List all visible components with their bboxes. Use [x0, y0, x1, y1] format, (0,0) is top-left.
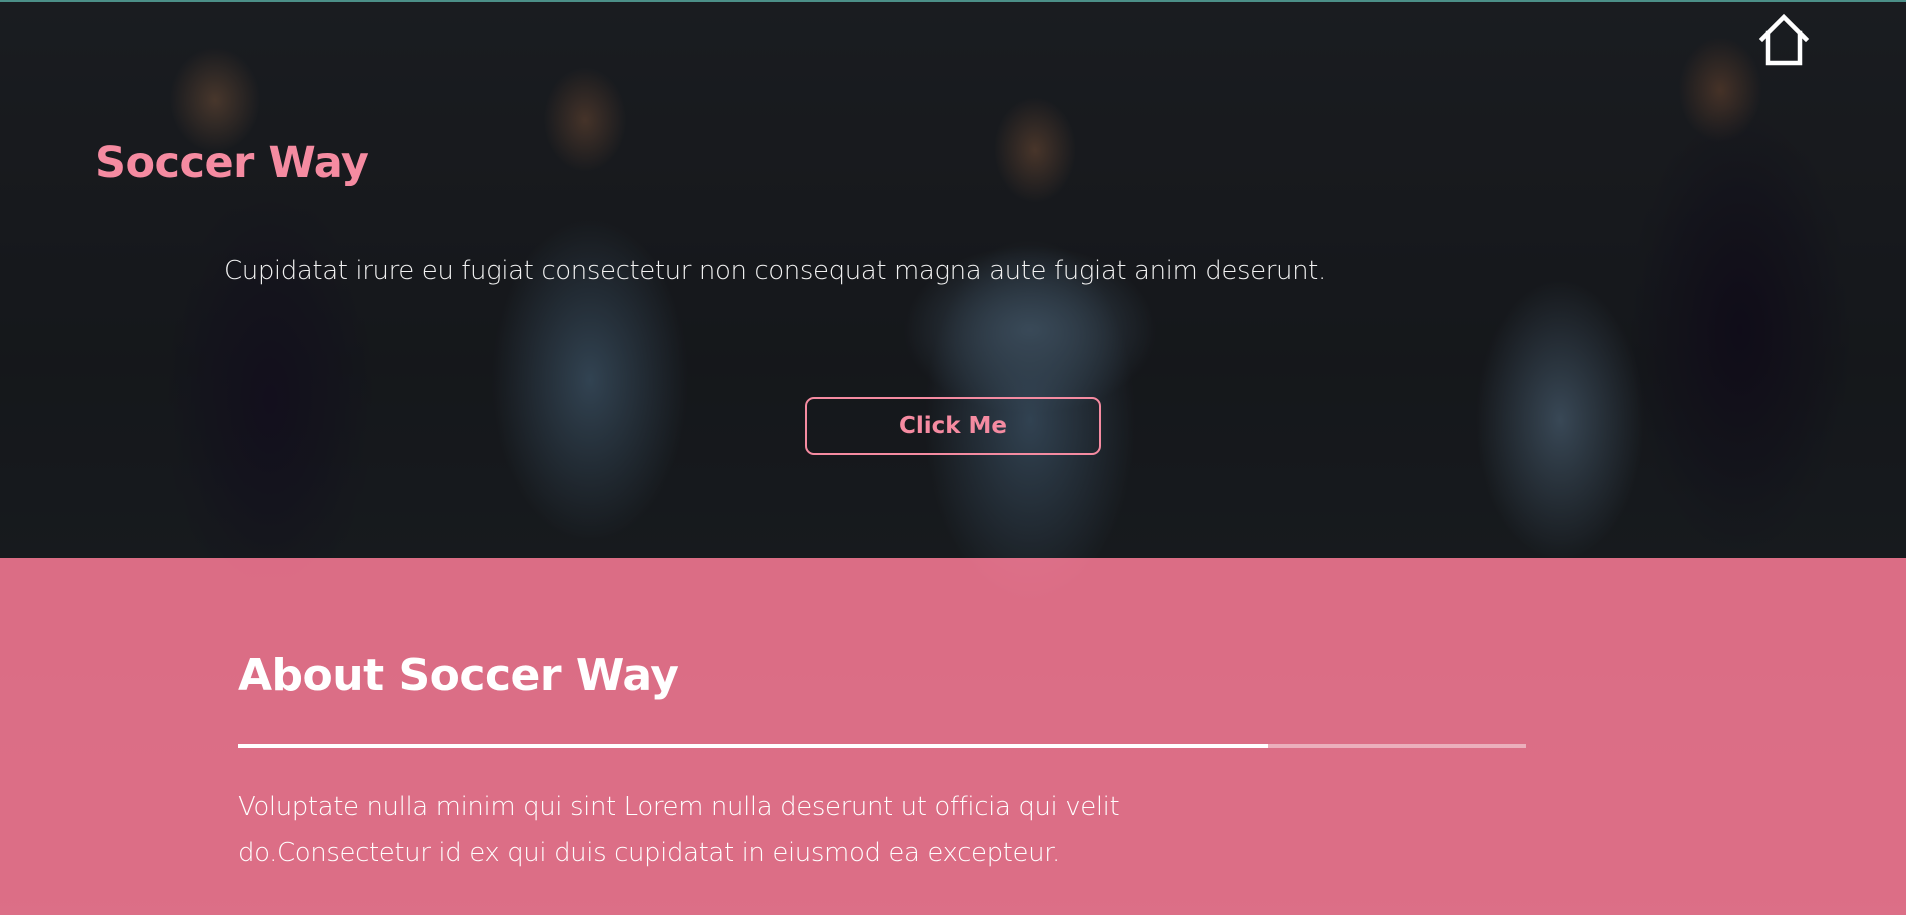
about-title: About Soccer Way — [238, 650, 679, 701]
home-icon[interactable] — [1756, 12, 1812, 68]
about-section: About Soccer Way Voluptate nulla minim q… — [0, 558, 1906, 915]
home-icon-svg — [1758, 13, 1810, 66]
page: Soccer Way Cupidatat irure eu fugiat con… — [0, 0, 1906, 915]
about-description: Voluptate nulla minim qui sint Lorem nul… — [238, 792, 1120, 868]
about-progress-fill — [238, 744, 1269, 748]
hero-title: Soccer Way — [95, 138, 369, 188]
click-me-button[interactable]: Click Me — [805, 397, 1101, 455]
top-border — [0, 0, 1906, 2]
hero-description: Cupidatat irure eu fugiat consectetur no… — [224, 256, 1326, 286]
about-progress-bar — [238, 744, 1526, 748]
